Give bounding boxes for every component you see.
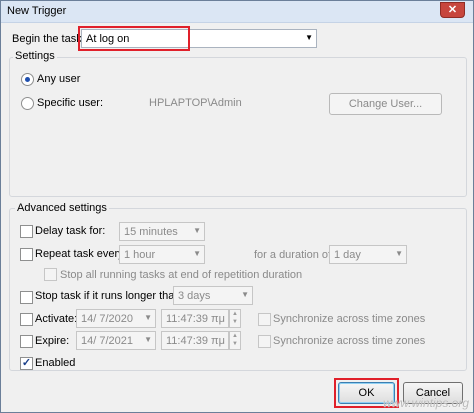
expire-time-field[interactable]: 11:47:39 πμ bbox=[161, 331, 229, 350]
expire-time-value: 11:47:39 πμ bbox=[166, 335, 225, 347]
delay-value: 15 minutes bbox=[124, 226, 178, 238]
highlight-box bbox=[78, 26, 190, 51]
activate-sync-label: Synchronize across time zones bbox=[273, 313, 426, 325]
settings-group-title: Settings bbox=[13, 50, 57, 62]
chevron-down-icon: ▼ bbox=[193, 226, 201, 235]
spin-down-icon[interactable]: ▼ bbox=[230, 340, 240, 348]
enabled-checkbox[interactable]: ✓ bbox=[20, 357, 33, 370]
chevron-down-icon: ▼ bbox=[305, 33, 313, 42]
repeat-task-label: Repeat task every: bbox=[35, 248, 127, 260]
delay-task-label: Delay task for: bbox=[35, 225, 106, 237]
new-trigger-dialog: New Trigger ✕ Begin the task: At log on … bbox=[0, 0, 474, 413]
stop-running-label: Stop all running tasks at end of repetit… bbox=[60, 269, 303, 281]
duration-value: 1 day bbox=[334, 249, 361, 261]
begin-task-label: Begin the task: bbox=[12, 33, 85, 45]
stop-longer-label: Stop task if it runs longer than: bbox=[35, 290, 184, 302]
duration-dropdown[interactable]: 1 day ▼ bbox=[329, 245, 407, 264]
repeat-dropdown[interactable]: 1 hour ▼ bbox=[119, 245, 205, 264]
activate-time-field[interactable]: 11:47:39 πμ bbox=[161, 309, 229, 328]
spin-down-icon[interactable]: ▼ bbox=[230, 318, 240, 326]
chevron-down-icon: ▼ bbox=[395, 249, 403, 258]
stop-longer-dropdown[interactable]: 3 days ▼ bbox=[173, 286, 253, 305]
expire-sync-label: Synchronize across time zones bbox=[273, 335, 426, 347]
expire-checkbox[interactable] bbox=[20, 335, 33, 348]
stop-longer-checkbox[interactable] bbox=[20, 291, 33, 304]
delay-task-checkbox[interactable] bbox=[20, 225, 33, 238]
any-user-label: Any user bbox=[37, 73, 81, 85]
activate-date-value: 14/ 7/2020 bbox=[81, 313, 133, 325]
calendar-dropdown-icon: ▼ bbox=[144, 335, 152, 344]
close-button[interactable]: ✕ bbox=[440, 2, 465, 18]
activate-checkbox[interactable] bbox=[20, 313, 33, 326]
calendar-dropdown-icon: ▼ bbox=[144, 313, 152, 322]
expire-date-value: 14/ 7/2021 bbox=[81, 335, 133, 347]
user-value: HPLAPTOP\Admin bbox=[149, 97, 242, 109]
specific-user-radio[interactable] bbox=[21, 97, 34, 110]
stop-running-checkbox[interactable] bbox=[44, 268, 57, 281]
duration-label: for a duration of: bbox=[254, 249, 335, 261]
activate-time-value: 11:47:39 πμ bbox=[166, 313, 225, 325]
chevron-down-icon: ▼ bbox=[241, 290, 249, 299]
change-user-button[interactable]: Change User... bbox=[329, 93, 442, 115]
delay-dropdown[interactable]: 15 minutes ▼ bbox=[119, 222, 205, 241]
expire-time-spinner[interactable]: ▲ ▼ bbox=[229, 331, 241, 350]
repeat-task-checkbox[interactable] bbox=[20, 248, 33, 261]
window-title: New Trigger bbox=[7, 5, 67, 17]
stop-longer-value: 3 days bbox=[178, 290, 211, 302]
advanced-settings-title: Advanced settings bbox=[15, 202, 109, 214]
activate-sync-checkbox[interactable] bbox=[258, 313, 271, 326]
spin-up-icon[interactable]: ▲ bbox=[230, 310, 240, 318]
expire-label: Expire: bbox=[35, 335, 70, 347]
activate-time-spinner[interactable]: ▲ ▼ bbox=[229, 309, 241, 328]
activate-label: Activate: bbox=[35, 313, 78, 325]
specific-user-label: Specific user: bbox=[37, 97, 104, 109]
enabled-label: Enabled bbox=[35, 357, 76, 369]
title-bar: New Trigger ✕ bbox=[1, 1, 473, 23]
expire-date-picker[interactable]: 14/ 7/2021 ▼ bbox=[76, 331, 156, 350]
watermark-text: www.wintips.org bbox=[382, 396, 469, 410]
activate-date-picker[interactable]: 14/ 7/2020 ▼ bbox=[76, 309, 156, 328]
repeat-value: 1 hour bbox=[124, 249, 156, 261]
any-user-radio[interactable] bbox=[21, 73, 34, 86]
expire-sync-checkbox[interactable] bbox=[258, 335, 271, 348]
spin-up-icon[interactable]: ▲ bbox=[230, 332, 240, 340]
chevron-down-icon: ▼ bbox=[193, 249, 201, 258]
